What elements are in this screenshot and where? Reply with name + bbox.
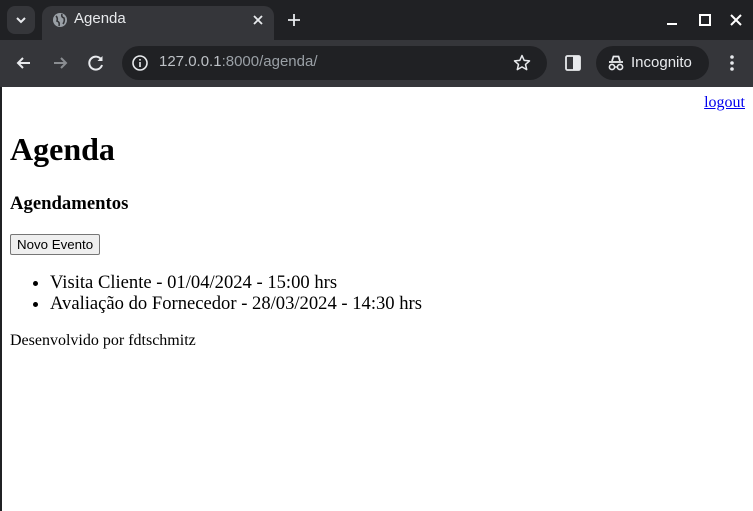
globe-icon — [53, 13, 67, 27]
star-icon[interactable] — [512, 53, 532, 73]
url-host: 127.0.0.1 — [159, 53, 222, 70]
tab-search-button[interactable] — [7, 6, 35, 34]
reload-icon[interactable] — [85, 52, 107, 74]
footer-text: Desenvolvido por fdtschmitz — [10, 332, 196, 349]
incognito-icon — [608, 55, 624, 71]
side-panel-icon[interactable] — [563, 53, 583, 73]
window-close-icon[interactable] — [728, 12, 744, 28]
url-path: :8000/agenda/ — [221, 53, 318, 70]
url-text: 127.0.0.1:8000/agenda/ — [159, 53, 318, 70]
tab-agenda[interactable]: Agenda — [42, 6, 274, 40]
maximize-icon[interactable] — [697, 12, 713, 28]
kebab-menu-icon[interactable] — [722, 53, 742, 73]
incognito-label: Incognito — [631, 54, 692, 71]
list-item: Avaliação do Fornecedor - 28/03/2024 - 1… — [50, 293, 422, 314]
site-info-icon[interactable] — [131, 54, 149, 72]
event-list: Visita Cliente - 01/04/2024 - 15:00 hrs … — [10, 272, 422, 314]
plus-icon[interactable] — [284, 10, 304, 30]
page-title: Agenda — [10, 131, 115, 167]
window-edge — [0, 87, 2, 511]
new-event-button[interactable]: Novo Evento — [10, 234, 101, 255]
close-icon[interactable] — [250, 12, 266, 28]
incognito-indicator[interactable]: Incognito — [596, 46, 709, 80]
browser-toolbar: 127.0.0.1:8000/agenda/ Incognito — [0, 40, 753, 87]
back-arrow-icon[interactable] — [13, 52, 35, 74]
logout-link[interactable]: logout — [704, 94, 745, 112]
chevron-down-icon — [16, 17, 26, 24]
section-title: Agendamentos — [10, 193, 129, 214]
tab-strip: Agenda — [0, 0, 753, 40]
minimize-icon[interactable] — [664, 12, 680, 28]
page-content: logout Agenda Agendamentos Novo Evento V… — [0, 87, 753, 511]
forward-arrow-icon[interactable] — [49, 52, 71, 74]
tab-title: Agenda — [74, 10, 126, 27]
list-item: Visita Cliente - 01/04/2024 - 15:00 hrs — [50, 272, 422, 293]
address-bar[interactable]: 127.0.0.1:8000/agenda/ — [122, 46, 547, 80]
